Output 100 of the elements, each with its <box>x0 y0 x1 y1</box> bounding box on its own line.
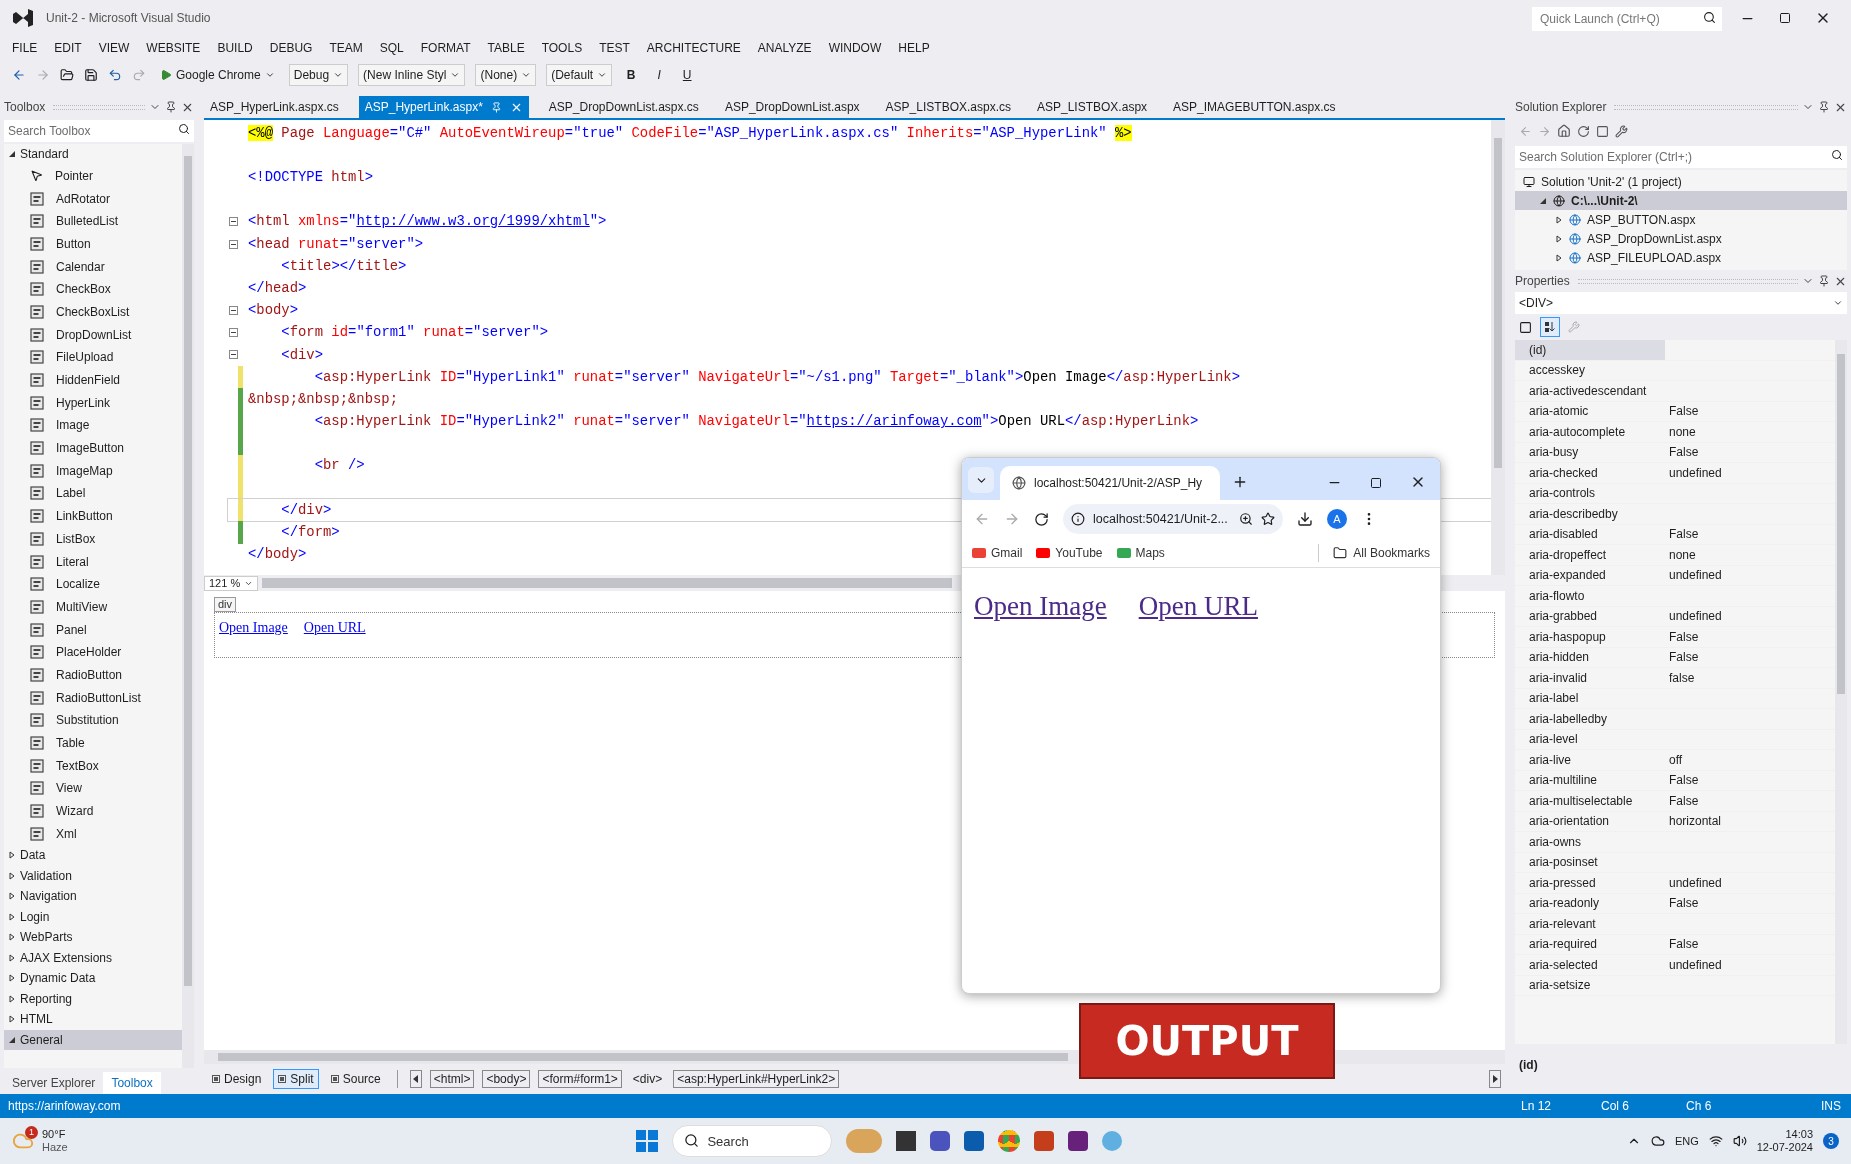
document-tab[interactable]: ASP_DropDownList.aspx.cs <box>542 96 705 118</box>
fold-icon[interactable] <box>228 350 238 360</box>
browser-tab[interactable]: localhost:50421/Unit-2/ASP_Hy <box>1000 466 1220 500</box>
pin-icon[interactable] <box>1818 275 1830 287</box>
menu-item[interactable]: TEAM <box>329 39 363 57</box>
toolbox-group[interactable]: Standard <box>4 144 182 165</box>
quick-launch-field[interactable]: Quick Launch (Ctrl+Q) <box>1532 7 1722 31</box>
toolbox-group[interactable]: Navigation <box>4 886 182 907</box>
control-list-item[interactable]: AdRotator <box>56 189 111 208</box>
toolbox-group[interactable]: AJAX Extensions <box>4 947 182 969</box>
menu-item[interactable]: SQL <box>379 39 404 57</box>
toolbox-group[interactable]: Data <box>4 845 182 866</box>
control-list-item[interactable]: ImageButton <box>56 439 125 458</box>
toolbox-group[interactable]: Reporting <box>4 988 182 1010</box>
control-list-item[interactable]: RadioButton <box>56 665 123 684</box>
property-name[interactable]: aria-expanded <box>1515 565 1665 585</box>
hyperlink[interactable]: Open URL <box>1138 586 1258 627</box>
control-list-item[interactable]: CheckBox <box>56 280 111 299</box>
control-list-item[interactable]: Localize <box>56 575 101 594</box>
breadcrumb-back-button[interactable] <box>409 1070 422 1088</box>
property-name[interactable]: aria-selected <box>1515 955 1665 975</box>
menu-item[interactable]: ARCHITECTURE <box>646 39 741 57</box>
document-tab[interactable]: ASP_HyperLink.aspx.cs <box>204 96 345 118</box>
property-name[interactable]: aria-orientation <box>1515 811 1665 831</box>
fold-icon[interactable] <box>228 239 238 249</box>
undo-icon[interactable] <box>108 68 122 82</box>
wrench-icon[interactable] <box>1615 124 1628 138</box>
pin-icon[interactable] <box>165 101 177 113</box>
toolbar-dropdown[interactable]: (None) <box>475 64 537 86</box>
sort-alphabetical-button[interactable] <box>1540 317 1560 337</box>
bookmark[interactable]: Gmail <box>972 543 1023 562</box>
menu-item[interactable]: TABLE <box>487 39 525 57</box>
hyperlink[interactable]: Open Image <box>219 617 288 638</box>
menu-item[interactable]: HELP <box>898 39 930 57</box>
property-name[interactable]: aria-setsize <box>1515 975 1665 995</box>
control-list-item[interactable]: LinkButton <box>56 507 113 526</box>
maximize-icon[interactable] <box>1370 477 1382 489</box>
fold-icon[interactable] <box>228 217 238 227</box>
menu-item[interactable]: ANALYZE <box>757 39 812 57</box>
property-name[interactable]: aria-atomic <box>1515 401 1665 421</box>
property-name[interactable]: aria-posinset <box>1515 852 1665 872</box>
property-name[interactable]: aria-labelledby <box>1515 709 1665 729</box>
control-list-item[interactable]: HiddenField <box>56 371 121 390</box>
menu-item[interactable]: FILE <box>12 39 38 57</box>
bookmark[interactable]: Maps <box>1116 543 1165 562</box>
toolbox-group[interactable]: WebParts <box>4 927 182 948</box>
control-list-item[interactable]: Table <box>56 734 85 753</box>
menu-item[interactable]: BUILD <box>217 39 253 57</box>
code-link[interactable]: https://arinfoway.com <box>806 413 982 430</box>
control-list-item[interactable]: Xml <box>56 824 77 843</box>
reload-icon[interactable] <box>1034 511 1049 527</box>
menu-item[interactable]: WEBSITE <box>146 39 201 57</box>
control-list-item[interactable]: Wizard <box>56 802 94 821</box>
open-icon[interactable] <box>60 68 74 82</box>
property-name[interactable]: aria-busy <box>1515 442 1665 462</box>
control-list-item[interactable]: ImageMap <box>56 461 113 480</box>
property-name[interactable]: aria-multiselectable <box>1515 791 1665 811</box>
breadcrumb[interactable]: <form#form1> <box>538 1070 622 1088</box>
property-name[interactable]: aria-checked <box>1515 463 1665 483</box>
property-name[interactable]: aria-controls <box>1515 483 1665 503</box>
property-name[interactable]: aria-autocomplete <box>1515 422 1665 442</box>
property-name[interactable]: aria-relevant <box>1515 914 1665 934</box>
fold-icon[interactable] <box>228 306 238 316</box>
toolbar-dropdown[interactable]: Debug <box>288 64 349 86</box>
property-name[interactable]: aria-live <box>1515 750 1665 770</box>
control-list-item[interactable]: Image <box>56 416 90 435</box>
categorized-icon[interactable] <box>1519 320 1532 334</box>
control-list-item[interactable]: RadioButtonList <box>56 688 141 707</box>
menu-item[interactable]: TEST <box>599 39 630 57</box>
toolbox-group[interactable]: Dynamic Data <box>4 968 182 989</box>
property-name[interactable]: aria-describedby <box>1515 504 1665 524</box>
property-name[interactable]: aria-owns <box>1515 832 1665 852</box>
app-icon[interactable] <box>896 1131 917 1151</box>
control-list-item[interactable]: Panel <box>56 620 87 639</box>
hyperlink[interactable]: Open URL <box>303 617 366 638</box>
control-list-item[interactable]: ListBox <box>56 529 96 548</box>
toolbox-group[interactable]: Validation <box>4 865 182 887</box>
code-link[interactable]: http://www.w3.org/1999/xhtml <box>356 213 590 230</box>
toolbox-group[interactable]: Login <box>4 906 182 928</box>
property-name[interactable]: aria-haspopup <box>1515 627 1665 647</box>
property-name[interactable]: aria-level <box>1515 729 1665 749</box>
document-tab[interactable]: ASP_IMAGEBUTTON.aspx.cs <box>1167 96 1342 118</box>
property-name[interactable]: aria-dropeffect <box>1515 545 1665 565</box>
view-tab[interactable]: Design <box>208 1069 266 1089</box>
control-list-item[interactable]: BulletedList <box>56 212 119 231</box>
property-name[interactable]: (id) <box>1515 340 1665 360</box>
download-icon[interactable] <box>1297 511 1313 527</box>
control-list-item[interactable]: View <box>56 779 82 798</box>
back-icon[interactable] <box>12 68 26 82</box>
profile-avatar[interactable]: A <box>1327 509 1347 529</box>
control-list-item[interactable]: HyperLink <box>56 393 111 412</box>
cloud-icon[interactable] <box>1650 1134 1665 1148</box>
all-bookmarks-button[interactable]: All Bookmarks <box>1333 543 1430 562</box>
property-name[interactable]: aria-hidden <box>1515 647 1665 667</box>
format-button[interactable]: U <box>678 64 697 86</box>
breadcrumb-forward-button[interactable] <box>1489 1070 1501 1088</box>
hyperlink[interactable]: Open Image <box>974 586 1107 627</box>
tree-item[interactable]: Solution 'Unit-2' (1 project) <box>1515 172 1847 191</box>
restore-icon[interactable] <box>1779 12 1791 24</box>
breadcrumb[interactable]: <asp:HyperLink#HyperLink2> <box>673 1070 840 1088</box>
